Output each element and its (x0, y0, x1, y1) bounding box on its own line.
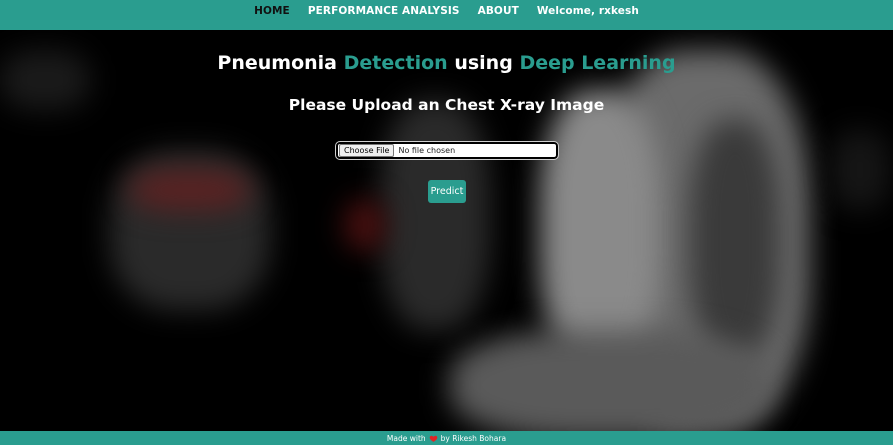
heart-icon (429, 435, 437, 442)
title-pneumonia: Pneumonia (217, 52, 337, 74)
file-upload-input[interactable]: Choose File No file chosen (335, 141, 559, 160)
nav-performance-analysis[interactable]: PERFORMANCE ANALYSIS (308, 5, 460, 17)
upload-instruction: Please Upload an Chest X-ray Image (288, 96, 605, 114)
nav-about[interactable]: ABOUT (478, 5, 519, 17)
title-using: using (454, 52, 513, 74)
footer-prefix: Made with (386, 433, 426, 443)
file-status-text: No file chosen (398, 146, 456, 155)
page-title: Pneumonia Detection using Deep Learning (0, 52, 893, 74)
footer: Made with by Rikesh Bohara (0, 431, 893, 445)
nav-home[interactable]: HOME (254, 5, 290, 17)
nav-welcome-user[interactable]: Welcome, rxkesh (537, 5, 639, 17)
predict-button[interactable]: Predict (428, 180, 466, 203)
title-deep-learning: Deep Learning (519, 52, 676, 74)
main-content: Pneumonia Detection using Deep Learning … (0, 30, 893, 431)
choose-file-button[interactable]: Choose File (339, 144, 395, 157)
footer-author: by Rikesh Bohara (440, 433, 507, 443)
title-detection: Detection (343, 52, 448, 74)
top-navbar: HOME PERFORMANCE ANALYSIS ABOUT Welcome,… (0, 0, 893, 30)
